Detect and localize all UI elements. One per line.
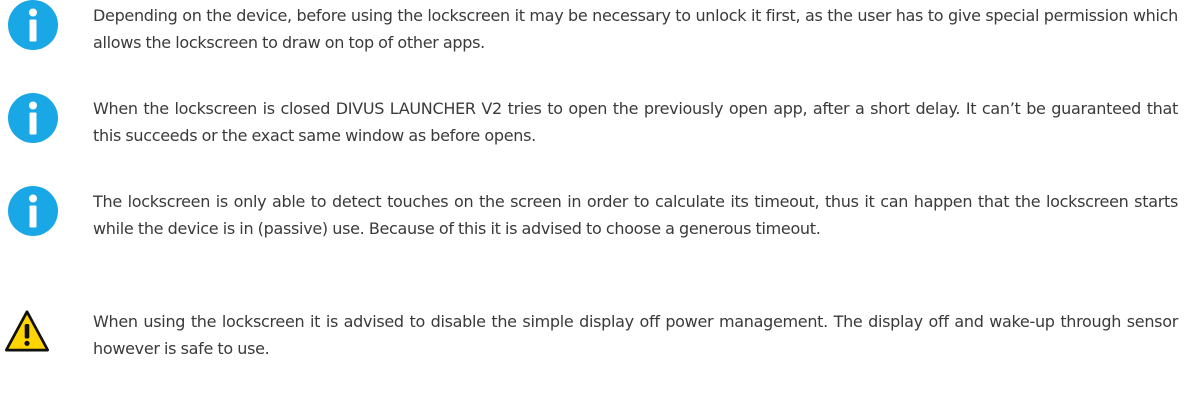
note-text: When the lockscreen is closed DIVUS LAUN…	[93, 99, 1178, 145]
info-icon	[8, 93, 58, 143]
note-text: The lockscreen is only able to detect to…	[93, 192, 1178, 238]
note-text: Depending on the device, before using th…	[93, 6, 1178, 52]
info-icon	[8, 0, 58, 50]
warning-icon	[4, 309, 50, 353]
note-text: When using the lockscreen it is advised …	[93, 312, 1178, 358]
info-icon	[8, 186, 58, 236]
